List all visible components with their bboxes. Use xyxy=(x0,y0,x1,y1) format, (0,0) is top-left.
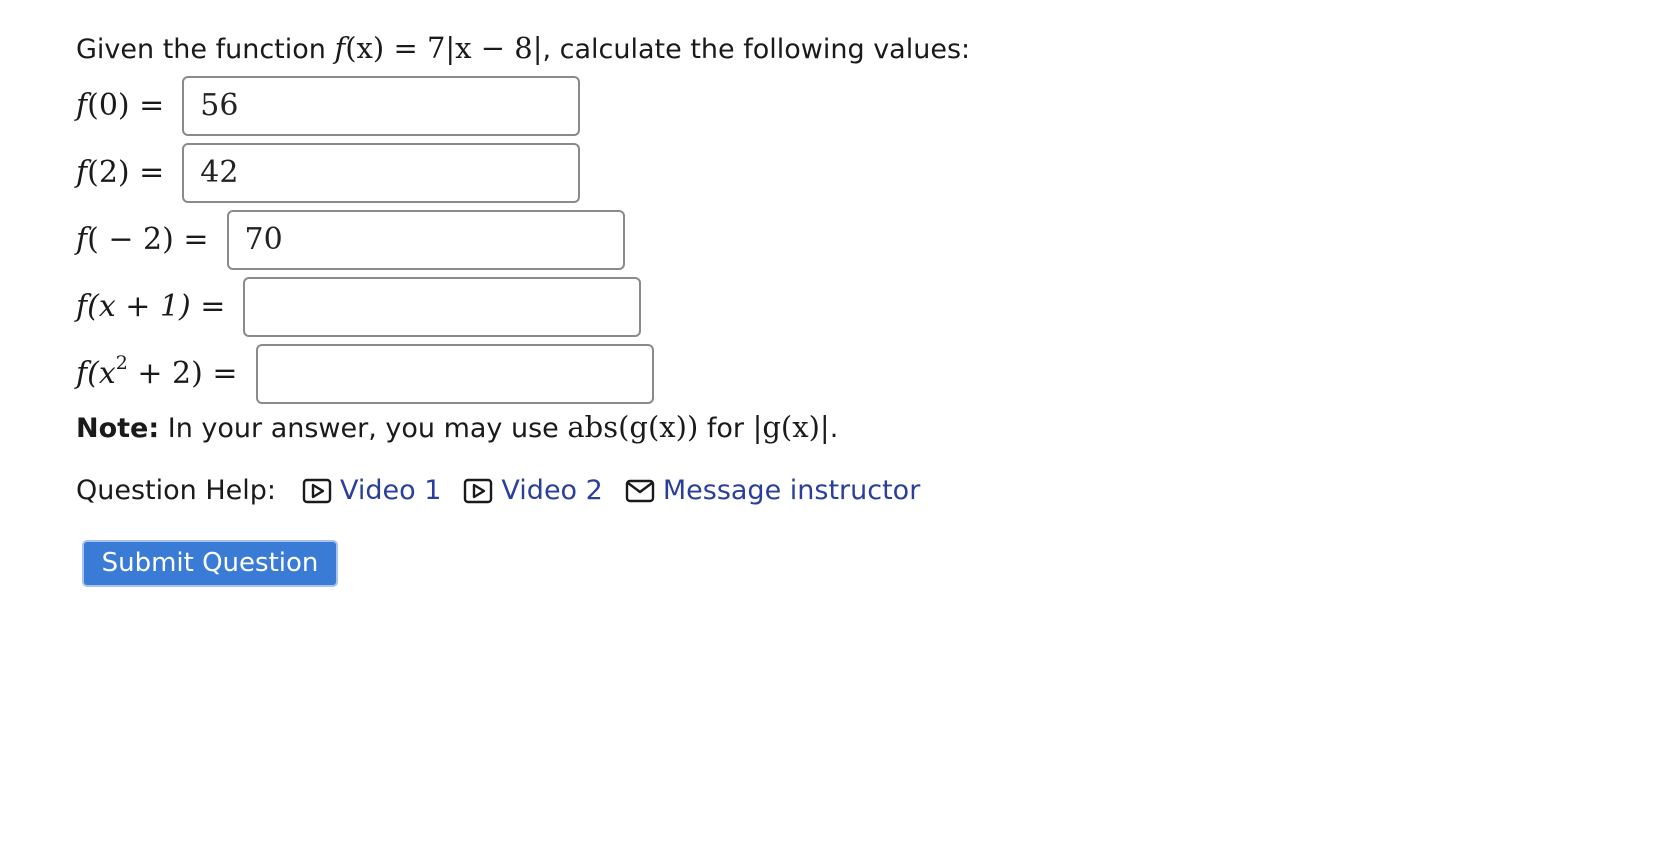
answer-input-f0[interactable] xyxy=(182,75,581,136)
answer-row-f-x-plus-1: f(x + 1) = xyxy=(76,273,1076,340)
video-icon xyxy=(464,478,493,504)
answer-label: f( − 2) = xyxy=(76,222,209,257)
answer-input-f-x2-plus-2[interactable] xyxy=(255,343,654,404)
question-prompt: Given the function f(x) = 7|x − 8|, calc… xyxy=(76,28,1076,72)
abs-function-hint: abs(g(x)) xyxy=(567,410,699,444)
note-label: Note: xyxy=(76,413,160,444)
function-name: f xyxy=(334,31,346,65)
answer-label: f(x2 + 2) = xyxy=(76,352,238,392)
answer-input-f-neg2[interactable] xyxy=(226,209,625,270)
function-formula: = 7|x − 8| xyxy=(393,31,543,65)
video-icon xyxy=(302,478,332,504)
abs-notation: |g(x)| xyxy=(752,410,830,444)
answer-row-f2: f(2) = xyxy=(76,139,1076,206)
question-help-label: Question Help: xyxy=(76,475,276,506)
note-text: Note: In your answer, you may use abs(g(… xyxy=(76,410,839,444)
video-1-link[interactable]: Video 1 xyxy=(302,471,441,511)
function-argument: (x) xyxy=(345,31,385,65)
question-help: Question Help: Video 1 Video 2 Message i… xyxy=(76,471,1076,511)
prompt-prefix: Given the function xyxy=(76,34,326,65)
answer-input-f2[interactable] xyxy=(182,142,581,203)
message-instructor-link[interactable]: Message instructor xyxy=(625,471,920,511)
question-container: Given the function f(x) = 7|x − 8|, calc… xyxy=(76,28,1076,511)
answer-label: f(0) = xyxy=(76,88,165,123)
answer-row-f0: f(0) = xyxy=(76,72,1076,139)
prompt-suffix: , calculate the following values: xyxy=(542,34,971,65)
answer-row-f-neg2: f( − 2) = xyxy=(76,206,1076,273)
function-definition: f(x) = 7|x − 8| xyxy=(335,31,543,65)
submit-question-button[interactable]: Submit Question xyxy=(82,540,338,587)
video-2-link[interactable]: Video 2 xyxy=(463,471,603,511)
answer-label: f(2) = xyxy=(76,155,165,190)
answer-label: f(x + 1) = xyxy=(76,289,226,324)
answer-row-f-x2-plus-2: f(x2 + 2) = xyxy=(76,340,1076,407)
mail-icon xyxy=(625,479,655,503)
answer-input-f-x-plus-1[interactable] xyxy=(243,276,642,337)
